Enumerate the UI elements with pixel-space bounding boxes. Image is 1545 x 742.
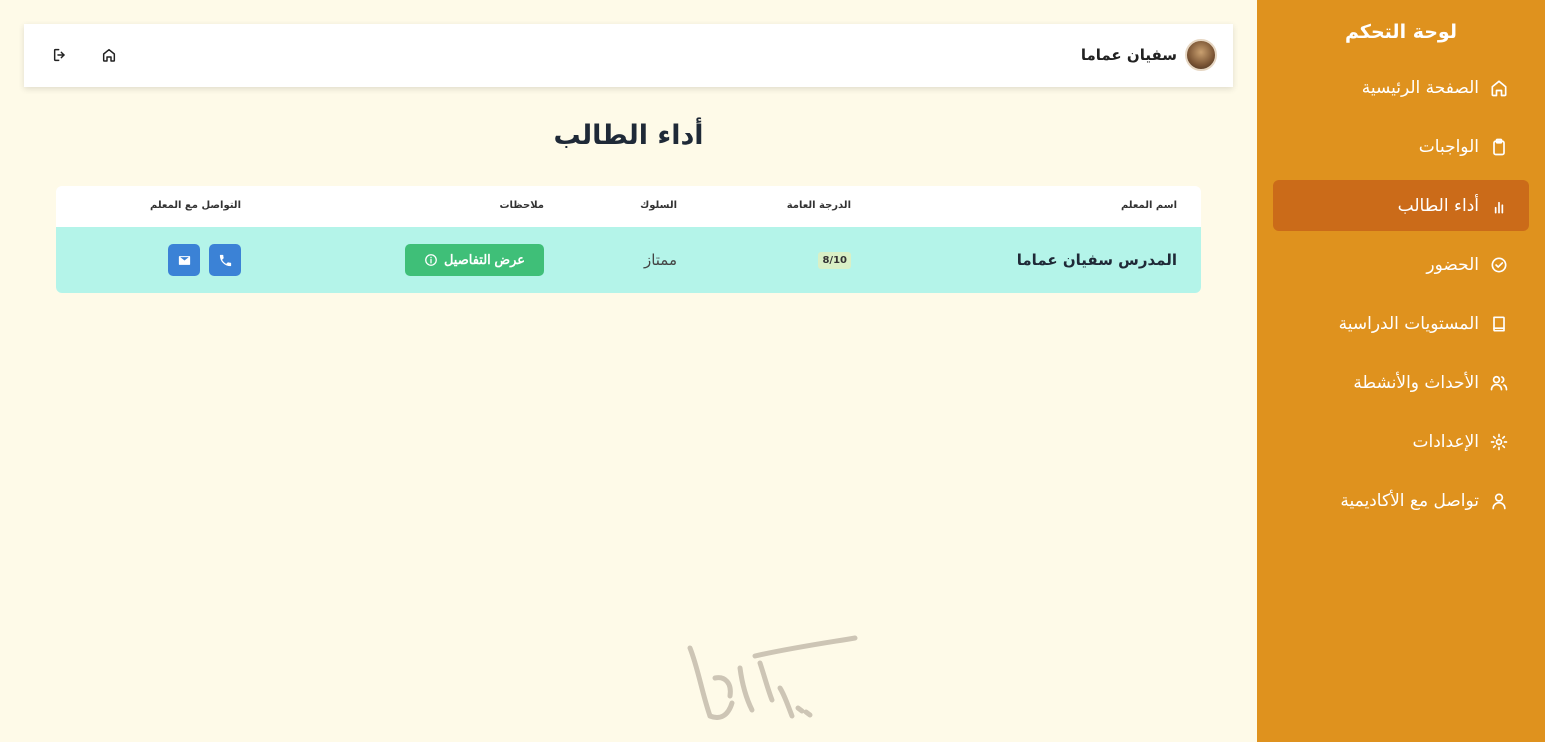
sidebar: لوحة التحكم الصفحة الرئيسية الواجبات أدا… xyxy=(1257,0,1545,742)
view-details-label: عرض التفاصيل xyxy=(443,252,526,267)
table-row: المدرس سفيان عماما 8/10 ممتاز عرض التفاص… xyxy=(56,227,1201,293)
avatar[interactable] xyxy=(1185,39,1217,71)
check-circle-icon xyxy=(1489,255,1509,275)
user-icon xyxy=(1489,491,1509,511)
academy-logo-watermark xyxy=(680,628,860,728)
logout-icon[interactable] xyxy=(51,46,69,64)
email-teacher-button[interactable] xyxy=(168,244,200,276)
column-header-notes: ملاحظات xyxy=(499,200,544,211)
top-bar: سفيان عماما xyxy=(24,24,1233,87)
sidebar-item-assignments[interactable]: الواجبات xyxy=(1273,121,1529,172)
column-header-teacher: اسم المعلم xyxy=(1120,200,1177,211)
bar-chart-icon xyxy=(1489,196,1509,216)
user-profile[interactable]: سفيان عماما xyxy=(1081,39,1217,71)
gear-icon xyxy=(1489,432,1509,452)
sidebar-item-study-levels[interactable]: المستويات الدراسية xyxy=(1273,298,1529,349)
book-icon xyxy=(1489,314,1509,334)
phone-icon xyxy=(218,253,233,268)
column-header-behavior: السلوك xyxy=(640,200,677,211)
column-header-contact: التواصل مع المعلم xyxy=(150,200,241,211)
sidebar-item-label: الإعدادات xyxy=(1412,431,1479,452)
info-icon xyxy=(424,253,438,267)
sidebar-item-label: الواجبات xyxy=(1418,136,1479,157)
sidebar-item-label: الصفحة الرئيسية xyxy=(1361,77,1479,98)
sidebar-item-label: أداء الطالب xyxy=(1397,195,1479,216)
sidebar-item-settings[interactable]: الإعدادات xyxy=(1273,416,1529,467)
clipboard-icon xyxy=(1489,137,1509,157)
table-header: اسم المعلم الدرجة العامة السلوك ملاحظات … xyxy=(56,186,1201,227)
column-header-grade: الدرجة العامة xyxy=(786,200,851,211)
user-name: سفيان عماما xyxy=(1080,46,1177,64)
grade-badge: 8/10 xyxy=(818,251,851,269)
home-icon xyxy=(1489,78,1509,98)
teacher-name: المدرس سفيان عماما xyxy=(1016,251,1177,269)
sidebar-menu: الصفحة الرئيسية الواجبات أداء الطالب الح… xyxy=(1257,62,1545,526)
sidebar-item-label: الأحداث والأنشطة xyxy=(1353,372,1479,393)
view-details-button[interactable]: عرض التفاصيل xyxy=(405,244,544,276)
sidebar-item-label: الحضور xyxy=(1426,254,1479,275)
sidebar-item-attendance[interactable]: الحضور xyxy=(1273,239,1529,290)
behavior-value: ممتاز xyxy=(643,251,677,269)
mail-icon xyxy=(177,253,192,268)
users-icon xyxy=(1489,373,1509,393)
home-icon[interactable] xyxy=(100,46,118,64)
sidebar-item-student-performance[interactable]: أداء الطالب xyxy=(1273,180,1529,231)
call-teacher-button[interactable] xyxy=(209,244,241,276)
page-title: أداء الطالب xyxy=(553,120,704,151)
sidebar-item-events[interactable]: الأحداث والأنشطة xyxy=(1273,357,1529,408)
sidebar-item-contact-academy[interactable]: تواصل مع الأكاديمية xyxy=(1273,475,1529,526)
sidebar-item-label: تواصل مع الأكاديمية xyxy=(1340,490,1479,511)
performance-table: اسم المعلم الدرجة العامة السلوك ملاحظات … xyxy=(56,186,1201,293)
sidebar-item-label: المستويات الدراسية xyxy=(1338,313,1479,334)
sidebar-item-home[interactable]: الصفحة الرئيسية xyxy=(1273,62,1529,113)
sidebar-title: لوحة التحكم xyxy=(1345,21,1457,43)
